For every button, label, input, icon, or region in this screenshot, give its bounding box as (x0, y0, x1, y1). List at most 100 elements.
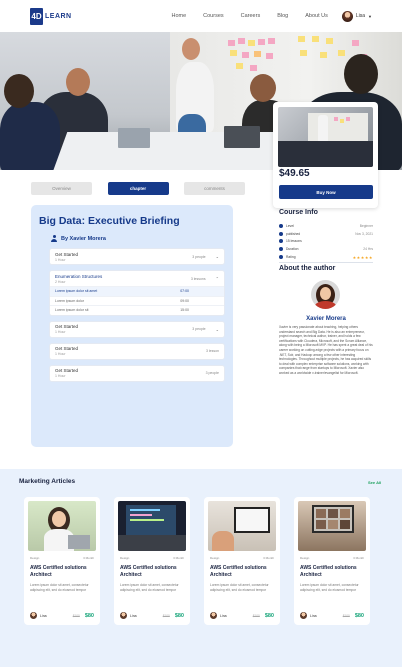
category-tag: Design (210, 556, 220, 560)
duration-tag: 3 Month (173, 556, 184, 560)
article-image (118, 501, 186, 551)
article-price: $80 (264, 612, 274, 619)
tab-overview[interactable]: Overview (31, 182, 92, 195)
info-row-duration: Duration 24 Hrs (279, 245, 373, 253)
old-price: $100 (252, 613, 260, 618)
article-author: Lina (130, 613, 137, 618)
nav-courses[interactable]: Courses (203, 13, 223, 19)
top-header: 4D LEARN Home Courses Careers Blog About… (0, 0, 402, 32)
lesson-item[interactable]: Lorem ipsum dolor sit 15:00 (50, 305, 224, 315)
article-cards: Design 3 Month AWS Certified solutions A… (24, 497, 370, 625)
module-duration: 1 Hour (55, 352, 66, 356)
course-thumbnail (278, 107, 373, 167)
logo-text: LEARN (45, 12, 72, 20)
article-image (28, 501, 96, 551)
module-item[interactable]: Get Started 1 Hour 3 people (49, 364, 225, 382)
category-tag: Design (120, 556, 130, 560)
lesson-item[interactable]: Lorem ipsum dolor sit amet 07:00 (50, 286, 224, 296)
course-info-title: Course Info (279, 209, 318, 216)
main-nav: Home Courses Careers Blog About Us (171, 13, 327, 19)
lesson-item[interactable]: Lorem ipsum dolor 09:00 (50, 295, 224, 306)
article-author: Lina (310, 613, 317, 618)
course-author-row: By Xavier Morera (51, 235, 225, 242)
course-panel: Big Data: Executive Briefing By Xavier M… (31, 205, 233, 447)
nav-careers[interactable]: Careers (241, 13, 261, 19)
tab-comments[interactable]: comments (184, 182, 245, 195)
duration-tag: 3 Month (353, 556, 364, 560)
module-count: 3 people (192, 327, 206, 331)
nav-home[interactable]: Home (171, 13, 186, 19)
article-image (208, 501, 276, 551)
star-icon (279, 255, 283, 260)
module-duration: 1 Hour (55, 374, 66, 378)
author-avatar (120, 612, 127, 619)
calendar-icon (279, 231, 283, 236)
brand-logo[interactable]: 4D LEARN (30, 7, 72, 25)
module-title: Enumeration Structures (55, 273, 103, 279)
divider (279, 262, 373, 263)
article-card[interactable]: Design 3 Month AWS Certified solutions A… (204, 497, 280, 625)
course-info-list: Level Beginner published Nov 3, 2021 15 … (279, 222, 373, 261)
duration-tag: 3 Month (83, 556, 94, 560)
nav-blog[interactable]: Blog (277, 13, 288, 19)
module-count: 3 people (205, 371, 219, 375)
article-desc: Lorem ipsum dolor sit amet, consectetur … (120, 583, 179, 592)
clock-icon (279, 247, 283, 252)
article-price: $80 (84, 612, 94, 619)
module-duration: 1 Hour (55, 257, 66, 262)
module-title: Get Started (55, 251, 79, 257)
module-list: Get Started 1 Hour 3 people ⌄ Enumeratio… (49, 248, 225, 382)
person-icon (51, 235, 57, 242)
article-author: Lina (40, 613, 47, 618)
rating-stars: ★★★★★ (352, 254, 373, 260)
course-tabs: Overview chapter comments (31, 182, 245, 195)
article-title: AWS Certified solutions Architect (210, 565, 267, 578)
old-price: $100 (72, 613, 80, 618)
module-duration: 1 Hour (55, 330, 66, 334)
module-count: 3 people (192, 254, 206, 259)
info-row-lessons: 15 lessons (279, 238, 373, 246)
author-name: Xavier Morera (306, 316, 346, 322)
articles-section: Marketing Articles See All Design 3 Mont… (0, 469, 402, 667)
see-all-link[interactable]: See All (368, 480, 381, 485)
info-row-published: published Nov 3, 2021 (279, 230, 373, 238)
book-icon (279, 239, 283, 244)
article-title: AWS Certified solutions Architect (300, 565, 357, 578)
article-card[interactable]: Design 3 Month AWS Certified solutions A… (114, 497, 190, 625)
article-desc: Lorem ipsum dolor sit amet, consectetur … (210, 583, 269, 592)
old-price: $100 (162, 613, 170, 618)
author-avatar (311, 280, 340, 309)
info-row-level: Level Beginner (279, 222, 373, 230)
nav-about-us[interactable]: About Us (305, 13, 328, 19)
user-menu[interactable]: Lisa ▼ (341, 10, 372, 22)
buy-now-button[interactable]: Buy Now (279, 185, 373, 199)
user-name: Lisa (355, 13, 366, 19)
module-item[interactable]: Get Started 1 Hour 3 people ⌄ (49, 248, 225, 265)
chevron-up-icon[interactable]: ⌃ (216, 276, 219, 281)
tab-chapter[interactable]: chapter (107, 182, 169, 195)
logo-mark: 4D (30, 7, 43, 25)
course-author: By Xavier Morera (61, 235, 106, 242)
article-price: $80 (174, 612, 184, 619)
module-title: Get Started (55, 368, 79, 373)
module-count: 3 lessons (190, 276, 206, 281)
chevron-down-icon[interactable]: ⌄ (216, 254, 219, 259)
module-title: Get Started (55, 346, 79, 351)
about-author-title: About the author (279, 265, 336, 272)
category-tag: Design (30, 556, 40, 560)
author-avatar (30, 612, 37, 619)
article-card[interactable]: Design 3 Month AWS Certified solutions A… (294, 497, 370, 625)
chevron-down-icon[interactable]: ⌄ (216, 327, 219, 332)
chevron-down-icon: ▼ (368, 13, 372, 19)
article-desc: Lorem ipsum dolor sit amet, consectetur … (300, 583, 359, 592)
category-tag: Design (300, 556, 310, 560)
author-avatar (300, 612, 307, 619)
article-price: $80 (354, 612, 364, 619)
module-item[interactable]: Get Started 1 Hour 3 lesson (49, 342, 225, 360)
module-item[interactable]: Get Started 1 Hour 3 people ⌄ (49, 320, 225, 338)
article-title: AWS Certified solutions Architect (120, 565, 177, 578)
article-card[interactable]: Design 3 Month AWS Certified solutions A… (24, 497, 100, 625)
duration-tag: 3 Month (263, 556, 274, 560)
module-item-expanded[interactable]: Enumeration Structures 2 Hour 3 lessons … (49, 270, 225, 316)
level-icon (279, 223, 283, 228)
